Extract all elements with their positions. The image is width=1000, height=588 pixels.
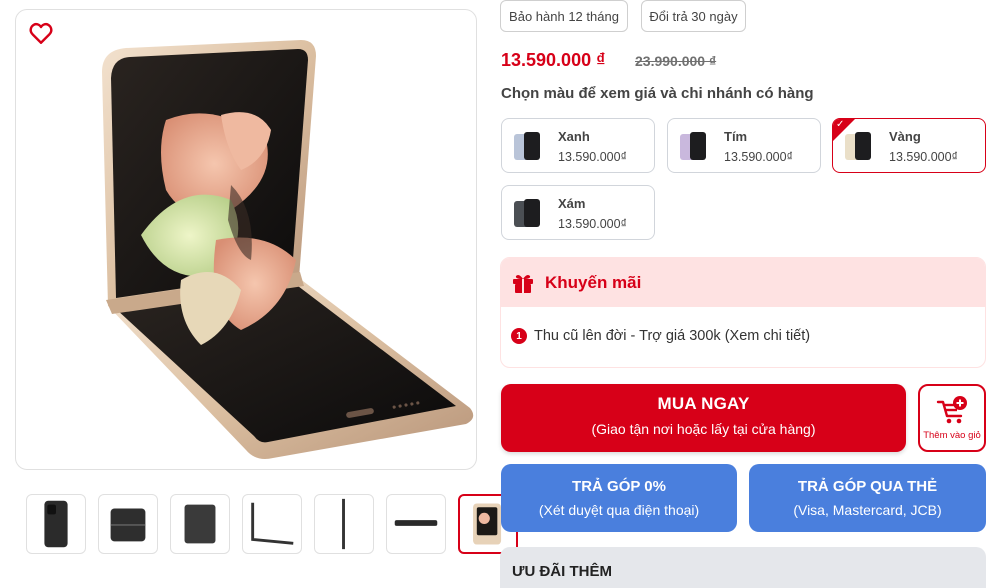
color-option-vang-selected[interactable]: ✓ Vàng 13.590.000₫ — [832, 118, 986, 173]
installment-subtitle: (Xét duyệt qua điện thoại) — [538, 502, 700, 518]
promotion-box: Khuyến mãi 1 Thu cũ lên đời - Trợ giá 30… — [500, 257, 986, 368]
installment-zero-percent-button[interactable]: TRẢ GÓP 0% (Xét duyệt qua điện thoại) — [501, 464, 737, 532]
color-name: Xanh — [558, 129, 590, 144]
warranty-chip: Bảo hành 12 tháng — [500, 0, 628, 32]
extra-offers-box: ƯU ĐÃI THÊM — [500, 547, 986, 588]
promotion-number-badge: 1 — [511, 328, 527, 344]
promotion-item[interactable]: 1 Thu cũ lên đời - Trợ giá 300k (Xem chi… — [511, 328, 810, 344]
color-option-xanh[interactable]: Xanh 13.590.000₫ — [501, 118, 655, 173]
color-option-xam[interactable]: Xám 13.590.000₫ — [501, 185, 655, 240]
color-name: Vàng — [889, 129, 921, 144]
installment-title: TRẢ GÓP 0% — [572, 478, 666, 495]
color-price: 13.590.000₫ — [724, 150, 793, 164]
add-to-cart-label: Thêm vào giỏ — [923, 430, 981, 441]
installment-subtitle: (Visa, Mastercard, JCB) — [793, 502, 942, 518]
phone-thumbnail-icon — [845, 132, 871, 160]
color-price: 13.590.000₫ — [558, 150, 627, 164]
color-name: Xám — [558, 196, 586, 211]
extra-offers-title: ƯU ĐÃI THÊM — [512, 563, 612, 580]
heart-icon[interactable] — [28, 20, 54, 46]
gift-icon — [513, 274, 533, 293]
color-option-tim[interactable]: Tím 13.590.000₫ — [667, 118, 821, 173]
promotion-item-text[interactable]: Thu cũ lên đời - Trợ giá 300k (Xem chi t… — [534, 328, 810, 344]
buy-now-title: MUA NGAY — [657, 394, 750, 413]
buy-now-button[interactable]: MUA NGAY (Giao tận nơi hoặc lấy tại cửa … — [501, 384, 906, 452]
color-section-heading: Chọn màu để xem giá và chi nhánh có hàng — [501, 85, 814, 102]
color-price: 13.590.000₫ — [558, 217, 627, 231]
installment-card-button[interactable]: TRẢ GÓP QUA THẺ (Visa, Mastercard, JCB) — [749, 464, 986, 532]
thumbnail-6[interactable] — [386, 494, 446, 554]
add-to-cart-button[interactable]: Thêm vào giỏ — [918, 384, 986, 452]
thumbnail-5[interactable] — [314, 494, 374, 554]
phone-thumbnail-icon — [514, 199, 540, 227]
phone-thumbnail-icon — [680, 132, 706, 160]
phone-thumbnail-icon — [514, 132, 540, 160]
product-main-image[interactable] — [16, 10, 477, 470]
cart-plus-icon — [936, 396, 967, 424]
color-name: Tím — [724, 129, 748, 144]
promotion-header: Khuyến mãi — [501, 258, 985, 307]
current-price: 13.590.000 ₫ — [501, 50, 606, 70]
thumbnail-2[interactable] — [98, 494, 158, 554]
thumbnail-1[interactable] — [26, 494, 86, 554]
promotion-title: Khuyến mãi — [545, 272, 642, 292]
original-price: 23.990.000 ₫ — [635, 53, 717, 69]
thumbnail-3[interactable] — [170, 494, 230, 554]
thumbnail-4[interactable] — [242, 494, 302, 554]
product-gallery — [15, 9, 477, 470]
color-price: 13.590.000₫ — [889, 150, 958, 164]
return-policy-chip: Đổi trả 30 ngày — [641, 0, 746, 32]
installment-title: TRẢ GÓP QUA THẺ — [797, 478, 938, 495]
thumbnail-strip — [26, 494, 518, 554]
buy-now-subtitle: (Giao tận nơi hoặc lấy tại cửa hàng) — [591, 421, 816, 437]
